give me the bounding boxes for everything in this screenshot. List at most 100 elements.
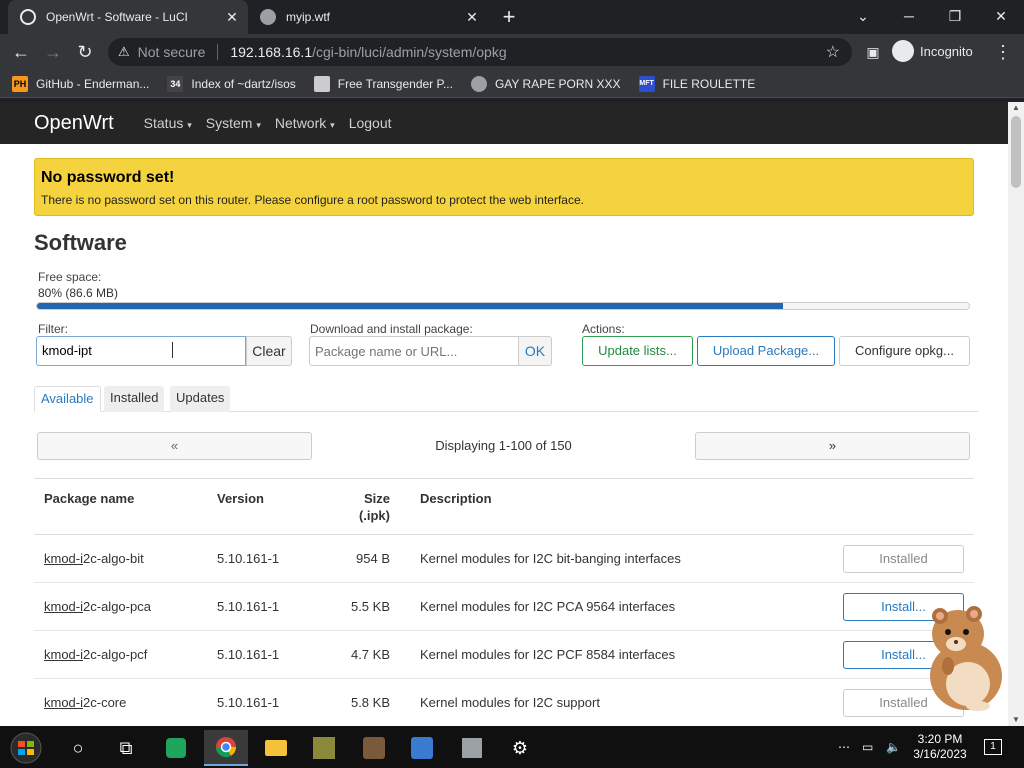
browser-toolbar: ← → ↻ ⚠ Not secure 192.168.16.1/cgi-bin/…	[0, 34, 1024, 70]
package-url-input[interactable]	[309, 336, 519, 366]
bookmark-label: GitHub - Enderman...	[36, 76, 150, 91]
scrollbar-thumb[interactable]	[1011, 116, 1021, 188]
package-name-prefix: kmod-i	[44, 695, 84, 710]
brand-logo[interactable]: OpenWrt	[34, 112, 114, 135]
bookmark-star-icon[interactable]: ☆	[826, 42, 840, 62]
chrome-app-icon[interactable]	[204, 730, 248, 766]
mask-icon	[313, 75, 330, 92]
package-name-link[interactable]: kmod-i2c-algo-bit	[44, 551, 144, 566]
package-size: 5.8 KB	[350, 695, 390, 710]
package-name-prefix: kmod-i	[44, 599, 84, 614]
more-menu-icon[interactable]: ⋮	[990, 40, 1016, 64]
bookmark-item[interactable]: 34 Index of ~dartz/isos	[167, 75, 296, 92]
installed-button[interactable]: Installed	[843, 545, 964, 573]
configure-opkg-button[interactable]: Configure opkg...	[839, 336, 970, 366]
pager-status: Displaying 1-100 of 150	[435, 438, 572, 453]
bookmark-item[interactable]: Free Transgender P...	[313, 75, 453, 92]
security-label[interactable]: Not secure	[138, 44, 206, 60]
reload-icon[interactable]: ↻	[72, 40, 98, 64]
luci-header: OpenWrt Status ▾ System ▾ Network ▾ Logo…	[0, 102, 1008, 144]
forward-icon[interactable]: →	[40, 40, 66, 64]
table-row: kmod-i2c-core 5.10.161-1 5.8 KB Kernel m…	[34, 679, 974, 726]
package-description: Kernel modules for I2C PCA 9564 interfac…	[420, 599, 676, 614]
tray-overflow-icon[interactable]: ⋯	[838, 726, 850, 768]
volume-icon[interactable]: 🔈	[886, 726, 901, 768]
actions-label: Actions:	[582, 322, 625, 336]
windows-taskbar: ○ ⧉ ⚙ ⋯ ▭ 🔈 3:20 PM 3/16/2023 1	[0, 726, 1024, 768]
menu-system[interactable]: System ▾	[206, 115, 261, 131]
browser-tabstrip: OpenWrt - Software - LuCI ✕ myip.wtf ✕ +…	[0, 0, 1024, 34]
upload-package-button[interactable]: Upload Package...	[697, 336, 835, 366]
clear-button[interactable]: Clear	[246, 336, 292, 366]
notifications-icon[interactable]: 1	[984, 726, 1002, 768]
address-bar[interactable]: ⚠ Not secure 192.168.16.1/cgi-bin/luci/a…	[108, 38, 852, 66]
network-icon[interactable]: ▭	[862, 726, 873, 768]
clock[interactable]: 3:20 PM 3/16/2023	[912, 732, 968, 762]
settings-gear-icon[interactable]: ⚙	[498, 730, 542, 766]
ok-button[interactable]: OK	[518, 336, 552, 366]
game-app-icon[interactable]	[302, 730, 346, 766]
tab-search-icon[interactable]: ⌄	[840, 0, 886, 32]
bookmark-item[interactable]: GAY RAPE PORN XXX	[470, 75, 621, 92]
package-name-link[interactable]: kmod-i2c-core	[44, 695, 126, 710]
package-name-link[interactable]: kmod-i2c-algo-pca	[44, 599, 151, 614]
caret-down-icon: ▾	[330, 120, 335, 130]
new-tab-icon[interactable]: +	[498, 6, 520, 28]
minimize-icon[interactable]: ─	[886, 0, 932, 32]
menu-network[interactable]: Network ▾	[275, 115, 335, 131]
package-size: 5.5 KB	[350, 599, 390, 614]
close-tab-icon[interactable]: ✕	[224, 9, 240, 25]
bookmark-item[interactable]: PH GitHub - Enderman...	[12, 75, 150, 92]
mft-icon: MFT	[638, 75, 655, 92]
package-size: 4.7 KB	[350, 647, 390, 662]
back-icon[interactable]: ←	[8, 40, 34, 64]
box-app-icon[interactable]	[450, 730, 494, 766]
luci-favicon-icon	[20, 9, 36, 25]
header-size-line1: Size	[363, 491, 390, 506]
package-name-rest: 2c-algo-pca	[83, 599, 151, 614]
close-window-icon[interactable]: ✕	[978, 0, 1024, 32]
start-button-icon[interactable]	[4, 730, 48, 766]
bookmark-label: FILE ROULETTE	[662, 76, 756, 91]
tab-updates[interactable]: Updates	[170, 386, 231, 412]
tab-myip[interactable]: myip.wtf ✕	[248, 0, 488, 34]
menu-logout[interactable]: Logout	[349, 115, 392, 131]
side-panel-icon[interactable]: ▣	[860, 40, 886, 64]
free-space-value: 80% (86.6 MB)	[38, 286, 119, 300]
package-name-link[interactable]: kmod-i2c-algo-pcf	[44, 647, 147, 662]
filter-input[interactable]: kmod-ipt	[36, 336, 246, 366]
incognito-profile[interactable]: Incognito	[892, 40, 973, 62]
folder-index-icon: 34	[167, 75, 184, 92]
scroll-up-icon[interactable]: ▲	[1008, 102, 1024, 114]
dog-app-icon[interactable]	[352, 730, 396, 766]
bookmark-item[interactable]: MFT FILE ROULETTE	[638, 75, 756, 92]
package-description: Kernel modules for I2C PCF 8584 interfac…	[420, 647, 676, 662]
warning-icon[interactable]: ⚠	[118, 44, 130, 60]
package-name-rest: 2c-algo-bit	[83, 551, 144, 566]
update-lists-button[interactable]: Update lists...	[582, 336, 693, 366]
search-icon[interactable]: ○	[56, 730, 100, 766]
blue-app-icon[interactable]	[400, 730, 444, 766]
menu-label: System	[205, 115, 253, 131]
tab-openwrt-software[interactable]: OpenWrt - Software - LuCI ✕	[8, 0, 248, 34]
task-view-icon[interactable]: ⧉	[104, 730, 148, 766]
restore-icon[interactable]: ❐	[932, 0, 978, 32]
incognito-icon	[892, 40, 914, 62]
package-version: 5.10.161-1	[217, 551, 280, 566]
sheets-app-icon[interactable]	[154, 730, 198, 766]
header-size-line2: (.ipk)	[358, 508, 390, 523]
divider	[217, 44, 219, 60]
tab-available[interactable]: Available	[34, 386, 101, 412]
text-cursor-icon	[172, 342, 178, 358]
file-explorer-icon[interactable]	[254, 730, 298, 766]
bookmark-label: Index of ~dartz/isos	[191, 76, 296, 91]
scroll-down-icon[interactable]: ▼	[1008, 714, 1024, 726]
pager-next-button[interactable]: »	[695, 432, 970, 460]
close-tab-icon[interactable]: ✕	[464, 9, 480, 25]
tab-installed[interactable]: Installed	[104, 386, 165, 412]
page-scrollbar[interactable]: ▲ ▼	[1008, 102, 1024, 726]
package-table: Package name Version Size (.ipk) Descrip…	[34, 478, 974, 726]
pager-prev-button[interactable]: «	[37, 432, 312, 460]
incognito-label: Incognito	[920, 43, 973, 59]
menu-status[interactable]: Status ▾	[144, 115, 192, 131]
